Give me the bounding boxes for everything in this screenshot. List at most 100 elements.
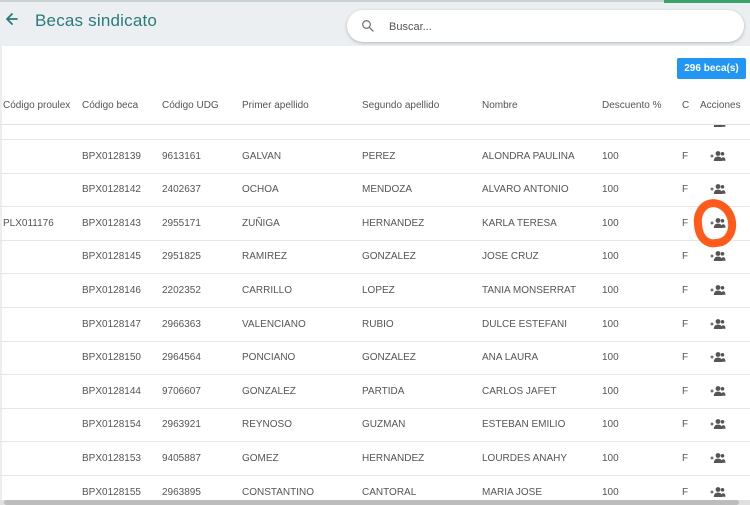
add-user-icon	[710, 285, 726, 295]
assign-student-button[interactable]	[710, 182, 726, 195]
cell-descuento: 100	[602, 217, 619, 229]
assign-student-button[interactable]	[710, 485, 726, 497]
cell-codigo-udg: 2402637	[162, 184, 201, 196]
top-divider	[0, 0, 750, 2]
cell-segundo-apellido: MENDOZA	[362, 184, 412, 196]
table-row[interactable]: BPX0128139 9613161 GALVAN PEREZ ALONDRA PAUL…	[0, 140, 750, 174]
assign-student-button[interactable]	[710, 417, 726, 430]
cell-codigo-udg: 2202352	[162, 285, 201, 296]
cell-primer-apellido: GALVAN	[242, 150, 282, 162]
cell-truncated: F	[682, 217, 689, 229]
search-input[interactable]	[387, 16, 731, 38]
table-row[interactable]: PLX011176 BPX0128143 2955171 ZUÑIGA HERNANDE…	[0, 207, 750, 241]
cell-nombre: KARLA TERESA	[482, 217, 557, 229]
column-header-nombre[interactable]: Nombre	[482, 100, 518, 111]
cell-truncated: F	[682, 453, 689, 464]
table-header: Código proulex Código beca Código UDG Pr…	[0, 100, 750, 116]
cell-codigo-udg: 2963921	[162, 419, 201, 431]
cell-codigo-beca: BPX0128154	[82, 419, 141, 431]
add-user-icon	[713, 125, 726, 127]
cell-descuento: 100	[602, 453, 619, 464]
add-user-icon	[710, 150, 726, 161]
cell-primer-apellido: CARRILLO	[242, 285, 293, 296]
cell-codigo-beca: BPX0128139	[82, 150, 141, 162]
column-header-descuento[interactable]: Descuento %	[602, 100, 661, 111]
cell-segundo-apellido: GUZMAN	[362, 419, 406, 431]
column-header-codigo-udg[interactable]: Código UDG	[162, 100, 219, 111]
table-row[interactable]: BPX0128138 2955535 GARCIA IBARRA LEDY PAOLA 1…	[0, 125, 750, 140]
cell-primer-apellido: ZUÑIGA	[242, 217, 280, 229]
column-header-truncated[interactable]: C	[682, 100, 689, 111]
cell-segundo-apellido: RUBIO	[362, 318, 394, 330]
cell-codigo-beca: BPX0128147	[82, 318, 141, 330]
cell-truncated: F	[682, 385, 689, 397]
cell-codigo-beca: BPX0128143	[82, 217, 141, 229]
cell-segundo-apellido: GONZALEZ	[362, 251, 416, 263]
cell-nombre: ANA LAURA	[482, 352, 539, 364]
column-header-primer-apellido[interactable]: Primer apellido	[242, 100, 309, 111]
cell-truncated: F	[682, 486, 689, 498]
assign-student-button[interactable]	[710, 149, 726, 161]
table-row[interactable]: BPX0128146 2202352 CARRILLO LOPEZ TANIA MONS…	[0, 274, 750, 308]
cell-codigo-udg: 2964564	[162, 352, 201, 364]
table-row[interactable]: BPX0128153 9405887 GOMEZ HERNANDEZ LOURDES A…	[0, 442, 750, 476]
assign-student-button[interactable]	[710, 384, 726, 396]
cell-nombre: LEDY PAOLA	[482, 125, 543, 128]
cell-codigo-udg: 2955535	[162, 125, 201, 128]
scrollbar-thumb[interactable]	[4, 500, 739, 505]
cell-truncated: F	[682, 419, 689, 431]
page-title: Becas sindicato	[35, 11, 158, 30]
table-row[interactable]: BPX0128154 2963921 REYNOSO GUZMAN ESTEBAN EM…	[0, 408, 750, 443]
cell-primer-apellido: VALENCIANO	[242, 318, 306, 330]
assign-student-button[interactable]	[710, 283, 726, 295]
cell-segundo-apellido: IBARRA	[362, 125, 399, 128]
assign-student-button[interactable]	[710, 249, 726, 262]
cell-descuento: 100	[602, 285, 619, 296]
cell-codigo-beca: BPX0128142	[82, 184, 141, 196]
assign-student-button[interactable]	[710, 317, 726, 329]
cell-nombre: ALONDRA PAULINA	[482, 150, 575, 162]
table-row[interactable]: BPX0128150 2964564 PONCIANO GONZALEZ ANA LAU…	[0, 341, 750, 376]
cell-primer-apellido: CONSTANTINO	[242, 486, 315, 498]
search-bar[interactable]	[347, 10, 744, 42]
cell-codigo-beca: BPX0128155	[82, 486, 141, 498]
cell-nombre: ALVARO ANTONIO	[482, 184, 569, 196]
add-user-icon	[710, 385, 726, 396]
cell-nombre: CARLOS JAFET	[482, 385, 557, 397]
horizontal-scrollbar[interactable]	[0, 500, 750, 505]
cell-nombre: DULCE ESTEFANI	[482, 318, 568, 330]
cell-codigo-udg: 9613161	[162, 150, 201, 162]
cell-codigo-beca: BPX0128146	[82, 285, 141, 296]
cell-codigo-beca: BPX0128153	[82, 453, 141, 464]
table-row[interactable]: BPX0128145 2951825 RAMIREZ GONZALEZ JOSE CRU…	[0, 240, 750, 275]
cell-segundo-apellido: PEREZ	[362, 150, 396, 162]
table-row[interactable]: BPX0128144 9706607 GONZALEZ PARTIDA CARLOS J…	[0, 375, 750, 409]
cell-primer-apellido: REYNOSO	[242, 419, 293, 431]
assign-student-button[interactable]	[710, 125, 726, 127]
cell-segundo-apellido: HERNANDEZ	[362, 453, 425, 464]
back-button[interactable]	[4, 9, 22, 29]
cell-codigo-beca: BPX0128144	[82, 385, 141, 397]
table-row[interactable]: BPX0128142 2402637 OCHOA MENDOZA ALVARO ANTO…	[0, 173, 750, 208]
cell-primer-apellido: PONCIANO	[242, 352, 296, 364]
column-header-codigo-proulex[interactable]: Código proulex	[3, 100, 70, 111]
column-header-codigo-beca[interactable]: Código beca	[82, 100, 138, 111]
cell-nombre: LOURDES ANAHY	[482, 453, 568, 464]
cell-primer-apellido: GOMEZ	[242, 453, 279, 464]
cell-segundo-apellido: GONZALEZ	[362, 352, 416, 364]
table-row[interactable]: BPX0128147 2966363 VALENCIANO RUBIO DULCE ES…	[0, 308, 750, 342]
assign-student-button[interactable]	[710, 451, 726, 463]
cell-truncated: F	[682, 251, 689, 263]
cell-nombre: ESTEBAN EMILIO	[482, 419, 566, 431]
cell-segundo-apellido: CANTORAL	[362, 486, 417, 498]
search-icon	[362, 20, 374, 32]
add-user-icon	[710, 251, 726, 262]
cell-descuento: 100	[602, 352, 619, 364]
cell-descuento: 100	[602, 419, 619, 431]
cell-codigo-beca: BPX0128145	[82, 251, 141, 263]
cell-truncated: F	[682, 352, 689, 364]
cell-codigo-beca: BPX0128138	[82, 125, 141, 128]
column-header-segundo-apellido[interactable]: Segundo apellido	[362, 100, 439, 111]
assign-student-button[interactable]	[710, 350, 726, 363]
cell-primer-apellido: RAMIREZ	[242, 251, 287, 263]
